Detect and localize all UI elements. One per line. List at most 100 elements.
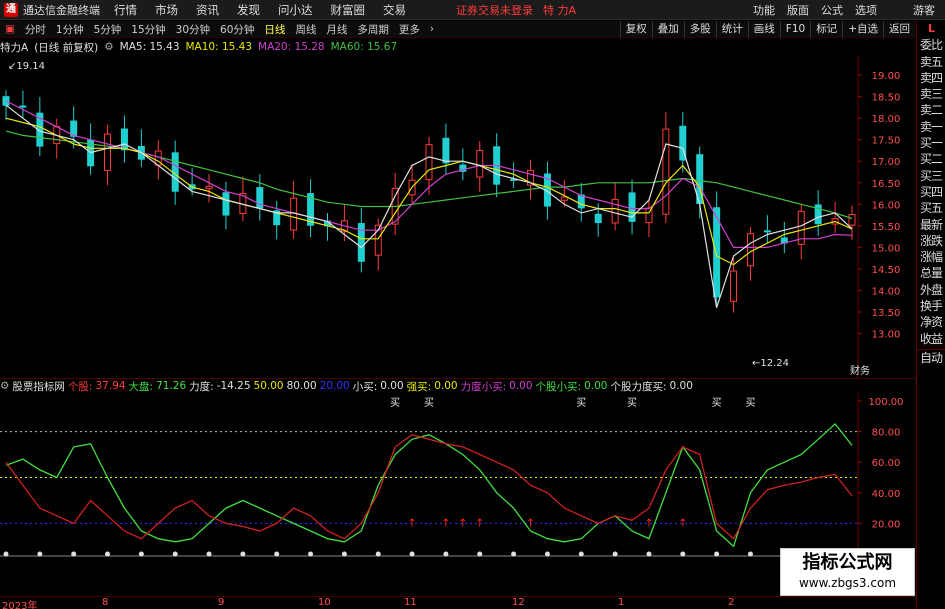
indicator-header: ⚙ 股票指标网 个股: 37.94 大盘: 71.26 力度: -14.25 50.0… — [0, 378, 915, 393]
side-item-sell2[interactable]: 卖二 — [917, 102, 945, 118]
side-item-net-asset[interactable]: 净资 — [917, 314, 945, 330]
side-item-auto[interactable]: 自动 — [917, 348, 945, 365]
side-item-buy5[interactable]: 买五 — [917, 200, 945, 216]
finance-corner-label[interactable]: 财务 — [850, 364, 870, 377]
candle-body — [442, 137, 450, 164]
indicator-chart[interactable]: 买 买 买 买 买 买 ↑ ↑ ↑ ↑ ↑ ↑ ↑ 100.00 80.00 60.00 40.00 20.00 — [0, 393, 915, 596]
menu-function[interactable]: 功能 — [753, 2, 775, 18]
side-item-sell1[interactable]: 卖一 — [917, 119, 945, 135]
kline-chart[interactable]: 19.00 18.50 18.00 17.50 17.00 16.50 16.00 15.50… — [0, 56, 915, 378]
candle-body — [120, 128, 128, 151]
buy-label: 买 — [576, 397, 586, 409]
period-timeshare[interactable]: 分时 — [20, 22, 51, 37]
statistics-button[interactable]: 统计 — [715, 21, 748, 38]
ind-strong-buy-label: 强买: — [406, 380, 432, 393]
add-watchlist-button[interactable]: +自选 — [842, 21, 883, 38]
ma10-value: MA10: 15.43 — [185, 41, 253, 53]
date-tick: 12 — [512, 597, 525, 608]
period-5min[interactable]: 5分钟 — [89, 22, 127, 37]
candle-body — [763, 230, 771, 233]
indicator-settings-icon[interactable]: ⚙ — [0, 380, 9, 392]
period-15min[interactable]: 15分钟 — [126, 22, 170, 37]
candles — [2, 90, 856, 313]
up-arrow-icon: ↑ — [441, 516, 450, 529]
side-item-earnings[interactable]: 收益 — [917, 331, 945, 347]
back-button[interactable]: 返回 — [883, 21, 915, 38]
side-item-change[interactable]: 涨跌 — [917, 233, 945, 249]
period-60min[interactable]: 60分钟 — [215, 22, 259, 37]
candle-body — [222, 192, 230, 216]
chart-mode[interactable]: (日线 前复权) — [34, 40, 98, 55]
period-weekly[interactable]: 周线 — [290, 22, 321, 37]
chart-mode-icon[interactable]: ▣ — [0, 23, 20, 35]
side-item-buy1[interactable]: 买一 — [917, 135, 945, 151]
candle-body — [425, 144, 433, 181]
ind-strong-buy-value: 0.00 — [434, 380, 458, 392]
ind-force-label: 力度: — [189, 380, 214, 393]
baseline-dot — [206, 551, 212, 557]
side-item-buy3[interactable]: 买三 — [917, 168, 945, 184]
ind-20-value: 20.00 — [319, 380, 350, 392]
price-tick-label: 15.50 — [872, 222, 901, 233]
side-item-buy4[interactable]: 买四 — [917, 184, 945, 200]
baseline-dot — [240, 551, 246, 557]
adjust-button[interactable]: 复权 — [619, 21, 652, 38]
draw-button[interactable]: 画线 — [747, 21, 780, 38]
side-item-volume[interactable]: 总量 — [917, 265, 945, 281]
indicator-tick-label: 20.00 — [872, 519, 901, 530]
side-item-turnover[interactable]: 换手 — [917, 298, 945, 314]
baseline-dot — [341, 551, 347, 557]
ind-stock-small-label: 个股小买: — [535, 380, 582, 393]
menu-layout[interactable]: 版面 — [787, 2, 809, 18]
indicator-name[interactable]: 股票指标网 — [12, 379, 65, 394]
settings-icon[interactable]: ⚙ — [104, 41, 113, 53]
baseline-dot — [172, 551, 178, 557]
menu-wealth[interactable]: 财富圈 — [331, 2, 366, 18]
menu-market[interactable]: 市场 — [155, 2, 178, 18]
baseline-dot — [409, 551, 415, 557]
menu-options[interactable]: 选项 — [855, 2, 877, 18]
mark-button[interactable]: 标记 — [810, 21, 842, 38]
f10-button[interactable]: F10 — [779, 21, 810, 38]
baseline-dot — [612, 551, 618, 557]
candle-body — [594, 213, 602, 224]
menu-news[interactable]: 资讯 — [196, 2, 219, 18]
side-item-outer[interactable]: 外盘 — [917, 282, 945, 298]
period-monthly[interactable]: 月线 — [321, 22, 352, 37]
side-item-weibi[interactable]: 委比 — [917, 37, 945, 53]
baseline-dot — [308, 551, 314, 557]
period-more[interactable]: 更多 — [394, 22, 425, 37]
price-tick-label: 18.00 — [872, 114, 901, 125]
baseline-dot — [680, 551, 686, 557]
menu-quotes[interactable]: 行情 — [114, 2, 137, 18]
period-30min[interactable]: 30分钟 — [171, 22, 215, 37]
baseline-dot — [714, 551, 720, 557]
side-item-change-pct[interactable]: 涨幅 — [917, 249, 945, 265]
baseline-dot — [511, 551, 517, 557]
period-1min[interactable]: 1分钟 — [51, 22, 89, 37]
menu-formula[interactable]: 公式 — [821, 2, 843, 18]
up-arrow-icon: ↑ — [475, 516, 484, 529]
candle-body — [848, 214, 856, 226]
chevron-right-icon[interactable]: › — [425, 23, 439, 35]
ind-50-value: 50.00 — [253, 380, 284, 392]
candle-body — [611, 198, 619, 224]
side-item-sell4[interactable]: 卖四 — [917, 70, 945, 86]
ind-market-label: 大盘: — [128, 380, 154, 393]
watermark: 指标公式网 www.zbgs3.com — [780, 548, 915, 596]
multi-stock-button[interactable]: 多股 — [683, 21, 716, 38]
side-item-sell3[interactable]: 卖三 — [917, 86, 945, 102]
candle-body — [560, 196, 568, 201]
period-multi[interactable]: 多周期 — [352, 22, 394, 37]
guest-user[interactable]: 游客 — [913, 2, 935, 18]
login-notice[interactable]: 证券交易未登录 — [456, 2, 533, 18]
side-item-buy2[interactable]: 买二 — [917, 151, 945, 167]
menu-trade[interactable]: 交易 — [383, 2, 406, 18]
side-item-latest[interactable]: 最新 — [917, 217, 945, 233]
period-daily[interactable]: 日线 — [259, 22, 290, 37]
ind-stock-value: 37.94 — [95, 380, 126, 392]
menu-ask[interactable]: 问小达 — [278, 2, 313, 18]
overlay-button[interactable]: 叠加 — [651, 21, 684, 38]
menu-discover[interactable]: 发现 — [237, 2, 260, 18]
side-item-sell5[interactable]: 卖五 — [917, 54, 945, 70]
